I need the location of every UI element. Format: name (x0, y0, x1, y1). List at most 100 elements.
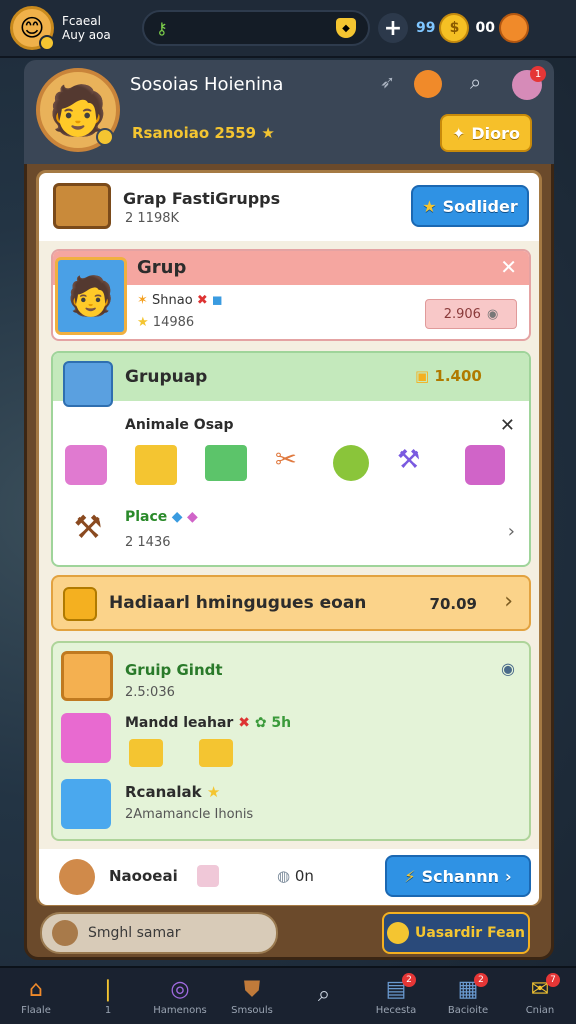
leaf-icon: ✿ (254, 715, 267, 731)
nav-hecesta-badge: 2 (402, 972, 416, 987)
chat-pill[interactable]: Smghl samar (40, 912, 278, 954)
sodlider-label: Sodlider (442, 196, 518, 216)
coin-icon (386, 922, 409, 944)
group-guide-card[interactable]: Gruip Gindt ◉ 2.5:036 Mandd leahar ✖ ✿ 5… (51, 641, 531, 841)
uasardir-button[interactable]: Uasardir Fean (382, 912, 530, 954)
avatar-badge (39, 35, 55, 51)
nav-hecesta-label: Hecesta (375, 1004, 417, 1016)
line2-tail: 5h (271, 715, 292, 731)
search-icon: ⌕ (317, 982, 331, 1007)
gold-ticket-icon (63, 587, 97, 621)
close-icon[interactable]: ✕ (500, 255, 517, 279)
banner-value: 70.09 (429, 595, 477, 613)
footer-label: Naooeai (109, 867, 178, 885)
bottom-strip: Smghl samar Uasardir Fean (36, 910, 542, 960)
player-avatar[interactable]: 😊 (10, 6, 55, 51)
sodlider-button[interactable]: ★ Sodlider (411, 185, 529, 227)
chevron-right-icon: › (504, 589, 513, 614)
footer-value-row: ◍ 0n (277, 867, 314, 885)
dioro-button[interactable]: ✦ Dioro (440, 114, 532, 152)
star-icon: ★ (206, 783, 221, 801)
shield-icon: ⛊ (243, 976, 261, 1002)
uasardir-label: Uasardir Fean (414, 925, 525, 941)
grup-line-text: Shnao (152, 293, 193, 308)
profile-header: 🧑 Sosoias Hoienina Rsanoiao 2559 ★ ➶ ⌕ 1… (24, 60, 554, 164)
group-guide-sub: 2.5:036 (125, 685, 175, 700)
player-line1: Fcaeal (62, 14, 101, 28)
pink-cube-icon[interactable] (465, 445, 505, 485)
star-icon: ★ (261, 124, 275, 142)
bird-icon[interactable]: ➶ (380, 72, 395, 93)
nav-search[interactable]: ⌕ (294, 982, 354, 1010)
chat-label: Smghl samar (88, 925, 181, 941)
footer-value: 0n (294, 867, 314, 885)
player-info: Fcaeal Auy aoa (62, 14, 134, 42)
add-button[interactable]: + (378, 13, 408, 43)
green-chest-icon[interactable] (205, 445, 247, 481)
nav-cnian-label: Cnian (525, 1004, 555, 1016)
orange-orb-icon[interactable] (414, 70, 442, 98)
grupuap-value: ▣ 1.400 (415, 367, 482, 385)
star-icon: ✶ (137, 293, 148, 308)
target-icon[interactable]: ◉ (501, 659, 515, 678)
lightning-icon: ⚡ (404, 866, 416, 886)
orange-crate-icon (61, 651, 113, 701)
star-icon: ★ (422, 196, 437, 216)
schannn-label: Schannn (421, 866, 499, 886)
promo-banner[interactable]: Hadiaarl hmingugues eoan 70.09 › (51, 575, 531, 631)
grupuap-value-text: 1.400 (434, 367, 482, 385)
green-coin-icon[interactable] (333, 445, 369, 481)
nav-cnian[interactable]: 7 ✉ Cnian (510, 972, 570, 1016)
gift-box-icon (63, 361, 113, 407)
line3-sub: 2Amamancle Ihonis (125, 807, 254, 822)
nav-bacioite[interactable]: 2 ▦ Bacioite (438, 972, 498, 1016)
bottom-nav: ⌂ Flaale ❘ 1 ◎ Hamenons ⛊ Smsouls ⌕ 2 ▤ … (0, 966, 576, 1024)
purple-tool-icon[interactable]: ⚒ (397, 445, 437, 481)
profile-level: Rsanoiao 2559 ★ (132, 124, 275, 142)
grup-value: 2.906 (443, 306, 481, 322)
bear-icon (52, 920, 78, 946)
key-icon: ⚷ (156, 18, 168, 38)
blue-gem-icon: ◆ (171, 509, 183, 525)
fast-groups-title: Grap FastiGrupps (123, 189, 281, 208)
scissors-icon[interactable]: ✂ (275, 445, 305, 481)
line2-text: Mandd leahar (125, 715, 234, 731)
pink-gem-icon: ◆ (187, 509, 198, 525)
dioro-button-label: Dioro (471, 123, 521, 143)
bow-icon: ✖ (196, 293, 208, 308)
schannn-button[interactable]: ⚡ Schannn › (385, 855, 531, 897)
grupuap-card[interactable]: Grupuap ▣ 1.400 Animale Osap ✕ ✂ ⚒ ⚒ Pla… (51, 351, 531, 567)
profile-avatar-badge (96, 128, 114, 146)
nav-hamenons[interactable]: ◎ Hamenons (150, 977, 210, 1016)
compass-icon: ◎ (170, 976, 190, 1002)
pink-gem-icon (197, 865, 219, 887)
grup-line: ✶ Shnao ✖ ◼ (137, 293, 223, 308)
line2-row: Mandd leahar ✖ ✿ 5h (125, 715, 291, 731)
group-guide-title: Gruip Gindt (125, 661, 223, 679)
purple-chest-icon[interactable] (65, 445, 107, 485)
line3-text: Rcanalak (125, 783, 202, 801)
coin-icon: $ (439, 13, 470, 43)
search-icon[interactable]: ⌕ (470, 70, 498, 98)
nav-cnian-badge: 7 (546, 972, 560, 987)
lock-icon: ◉ (486, 306, 499, 322)
nav-home[interactable]: ⌂ Flaale (6, 977, 66, 1016)
gold-card-icon[interactable] (135, 445, 177, 485)
chevron-right-icon[interactable]: › (508, 521, 515, 542)
grup-sub-text: 14986 (152, 315, 195, 330)
nav-smsouls[interactable]: ⛊ Smsouls (222, 977, 282, 1016)
profile-avatar[interactable]: 🧑 (36, 68, 120, 152)
profile-level-text: Rsanoiao 2559 (132, 124, 257, 142)
close-icon[interactable]: ✕ (500, 415, 515, 436)
nav-bar[interactable]: ❘ 1 (78, 977, 138, 1016)
energy-orb-icon[interactable] (498, 13, 529, 43)
search-bar[interactable]: ⚷ ◆ (142, 10, 370, 46)
flower-icon[interactable]: 1 (512, 66, 546, 100)
grup-sub: ★ 14986 (137, 315, 194, 330)
grupuap-title: Grupuap (125, 367, 208, 387)
nav-hecesta[interactable]: 2 ▤ Hecesta (366, 972, 426, 1016)
hero-portrait: 🧑 (55, 257, 127, 335)
grup-card[interactable]: 🧑 Grup ✕ ✶ Shnao ✖ ◼ ★ 14986 2.906 ◉ (51, 249, 531, 341)
coin-count: 00 (475, 20, 495, 36)
top-bar: 😊 Fcaeal Auy aoa ⚷ ◆ + 99 $ 00 (0, 0, 576, 58)
